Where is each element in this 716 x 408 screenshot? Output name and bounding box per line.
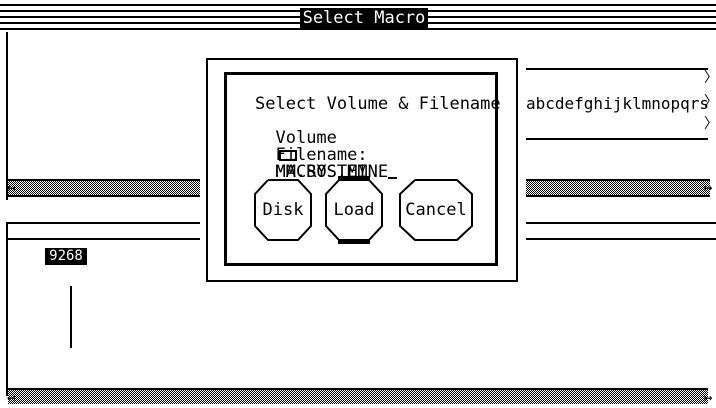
upper-left-scrollbar[interactable]	[8, 181, 200, 195]
text-cursor	[388, 177, 398, 179]
filename-row[interactable]: Filename: MACROS.MINE	[255, 130, 398, 181]
chevron-right-icon: 〉	[704, 70, 716, 86]
lower-scroll-left-icon[interactable]: ↤	[7, 390, 15, 406]
right-panel: 〉 〉 〉 abcdefghijklmnopqrs	[526, 68, 716, 140]
right-scroll-arrow-icon[interactable]: ↦	[704, 180, 712, 196]
window-title: Select Macro	[300, 8, 428, 28]
lower-left-border	[6, 222, 8, 396]
lower-scrollbar[interactable]	[8, 390, 708, 404]
right-scrollbar[interactable]	[526, 181, 710, 195]
chevron-right-icon: 〉	[704, 116, 716, 132]
cancel-button-label: Cancel	[405, 200, 467, 220]
counter-badge: 9268	[45, 248, 87, 265]
cancel-button[interactable]: Cancel	[398, 176, 474, 244]
load-button[interactable]: Load	[324, 176, 384, 244]
disk-button[interactable]: Disk	[253, 176, 313, 244]
scroll-left-arrow-icon[interactable]: ↤	[7, 180, 15, 196]
dialog-prompt: Select Volume & Filename	[255, 94, 501, 114]
right-panel-text: abcdefghijklmnopqrs	[526, 94, 710, 113]
lower-scroll-right-icon[interactable]: ↦	[704, 390, 712, 406]
load-button-label: Load	[333, 200, 375, 220]
upper-left-border	[6, 32, 8, 200]
disk-button-label: Disk	[262, 200, 304, 220]
text-cursor-line	[70, 286, 72, 348]
